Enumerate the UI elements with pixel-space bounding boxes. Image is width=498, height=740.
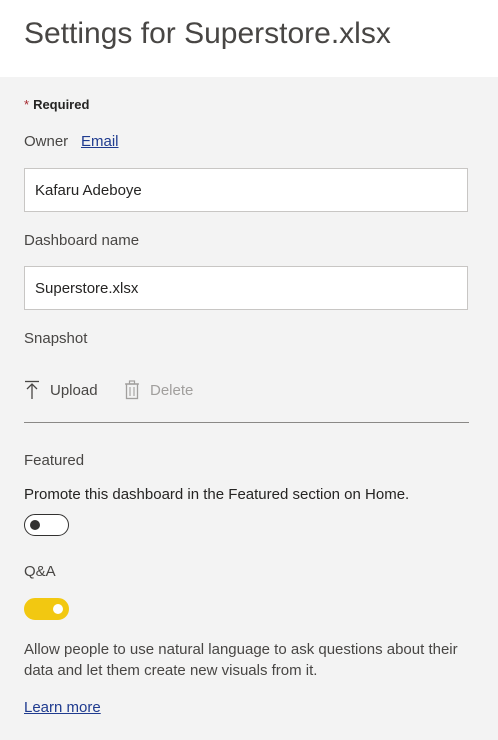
upload-button[interactable]: Upload xyxy=(24,376,98,404)
trash-icon xyxy=(125,380,139,400)
qa-label: Q&A xyxy=(24,563,56,580)
featured-description: Promote this dashboard in the Featured s… xyxy=(24,486,410,503)
email-owner-link[interactable]: Email xyxy=(81,133,119,150)
settings-header: Settings for Superstore.xlsx xyxy=(0,0,498,77)
delete-label: Delete xyxy=(150,381,194,399)
section-divider xyxy=(24,422,469,423)
dashboard-name-label: Dashboard name xyxy=(24,232,140,249)
qa-toggle[interactable] xyxy=(24,598,69,620)
featured-label: Featured xyxy=(24,452,85,469)
required-label: Required xyxy=(33,97,90,112)
required-indicator: * Required xyxy=(24,97,89,112)
featured-toggle[interactable] xyxy=(24,514,69,536)
dashboard-name-input[interactable] xyxy=(24,266,468,310)
required-star: * xyxy=(24,97,30,112)
featured-toggle-knob xyxy=(30,520,40,530)
upload-arrow-icon xyxy=(25,380,39,399)
owner-label: Owner xyxy=(24,133,69,150)
owner-input[interactable] xyxy=(24,168,468,212)
qa-toggle-knob xyxy=(53,604,63,614)
page-title: Settings for Superstore.xlsx xyxy=(24,17,391,50)
snapshot-label: Snapshot xyxy=(24,330,88,347)
qa-description: Allow people to use natural language to … xyxy=(24,641,458,679)
upload-label: Upload xyxy=(50,381,98,399)
delete-button[interactable]: Delete xyxy=(124,376,193,404)
learn-more-link[interactable]: Learn more xyxy=(24,699,101,716)
